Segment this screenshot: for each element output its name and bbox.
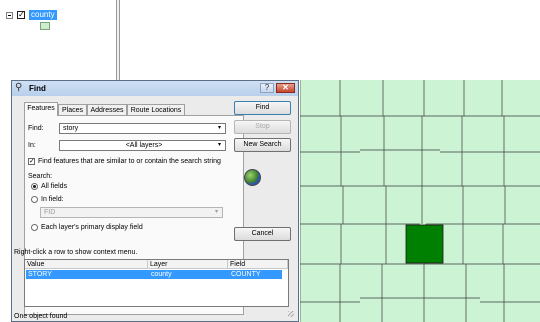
in-layer-select[interactable]: <All layers> ▾ (59, 140, 226, 151)
field-select-value: FID (44, 209, 56, 216)
dialog-title: Find (29, 84, 46, 93)
row-layer: county (151, 271, 172, 278)
find-input-value: story (63, 125, 79, 132)
globe-icon (244, 169, 261, 186)
radio-all-fields[interactable] (31, 183, 38, 190)
dropdown-arrow-icon: ▾ (214, 209, 218, 215)
in-label: In: (28, 142, 36, 149)
help-button[interactable]: ? (260, 83, 274, 93)
find-dialog: ⚲ Find ? ✕ Features Places Addresses Rou… (11, 80, 299, 322)
tab-places[interactable]: Places (58, 104, 87, 115)
context-menu-hint: Right-click a row to show context menu. (14, 249, 138, 256)
panel-splitter[interactable] (116, 0, 120, 86)
column-header-layer[interactable]: Layer (148, 260, 228, 269)
resize-grip[interactable] (288, 311, 294, 317)
binoculars-icon: ⚲ (15, 82, 23, 93)
radio-primary-field-label: Each layer's primary display field (41, 224, 143, 231)
find-input[interactable]: story ▾ (59, 123, 226, 134)
cancel-button[interactable]: Cancel (234, 227, 291, 241)
map-view[interactable] (300, 80, 540, 322)
similar-checkbox[interactable]: ✓ (28, 158, 35, 165)
tab-addresses[interactable]: Addresses (87, 104, 127, 115)
radio-all-fields-label: All fields (41, 183, 68, 190)
in-layer-value: <All layers> (125, 142, 163, 149)
similar-label: Find features that are similar to or con… (38, 158, 221, 165)
radio-in-field[interactable] (31, 196, 38, 203)
find-button[interactable]: Find (234, 101, 291, 115)
collapse-toggle[interactable] (6, 12, 13, 19)
layer-visibility-checkbox[interactable]: ✓ (17, 11, 25, 19)
row-field: COUNTY (231, 271, 261, 278)
dropdown-arrow-icon[interactable]: ▾ (215, 125, 224, 132)
field-select[interactable]: FID ▾ (40, 207, 223, 218)
layer-name-county[interactable]: county (29, 10, 57, 20)
dropdown-arrow-icon[interactable]: ▾ (215, 142, 224, 149)
close-button[interactable]: ✕ (276, 83, 295, 93)
radio-in-field-label: In field: (41, 196, 64, 203)
column-header-value[interactable]: Value (25, 260, 148, 269)
search-label: Search: (28, 173, 53, 180)
stop-button[interactable]: Stop (234, 120, 291, 134)
column-header-field[interactable]: Field (228, 260, 288, 269)
find-label: Find: (28, 125, 44, 132)
layer-symbol-swatch (40, 22, 50, 30)
table-of-contents: ✓ county (0, 0, 300, 80)
results-list[interactable]: Value Layer Field STORY county COUNTY (24, 259, 289, 307)
tab-route-locations[interactable]: Route Locations (127, 104, 185, 115)
row-value: STORY (28, 271, 52, 278)
county-map (300, 80, 540, 322)
selected-county-story (405, 224, 444, 264)
dialog-titlebar[interactable]: ⚲ Find ? ✕ (12, 81, 298, 96)
new-search-button[interactable]: New Search (234, 138, 291, 152)
tab-features[interactable]: Features (24, 102, 58, 116)
status-text: One object found (14, 313, 68, 320)
radio-primary-field[interactable] (31, 224, 38, 231)
